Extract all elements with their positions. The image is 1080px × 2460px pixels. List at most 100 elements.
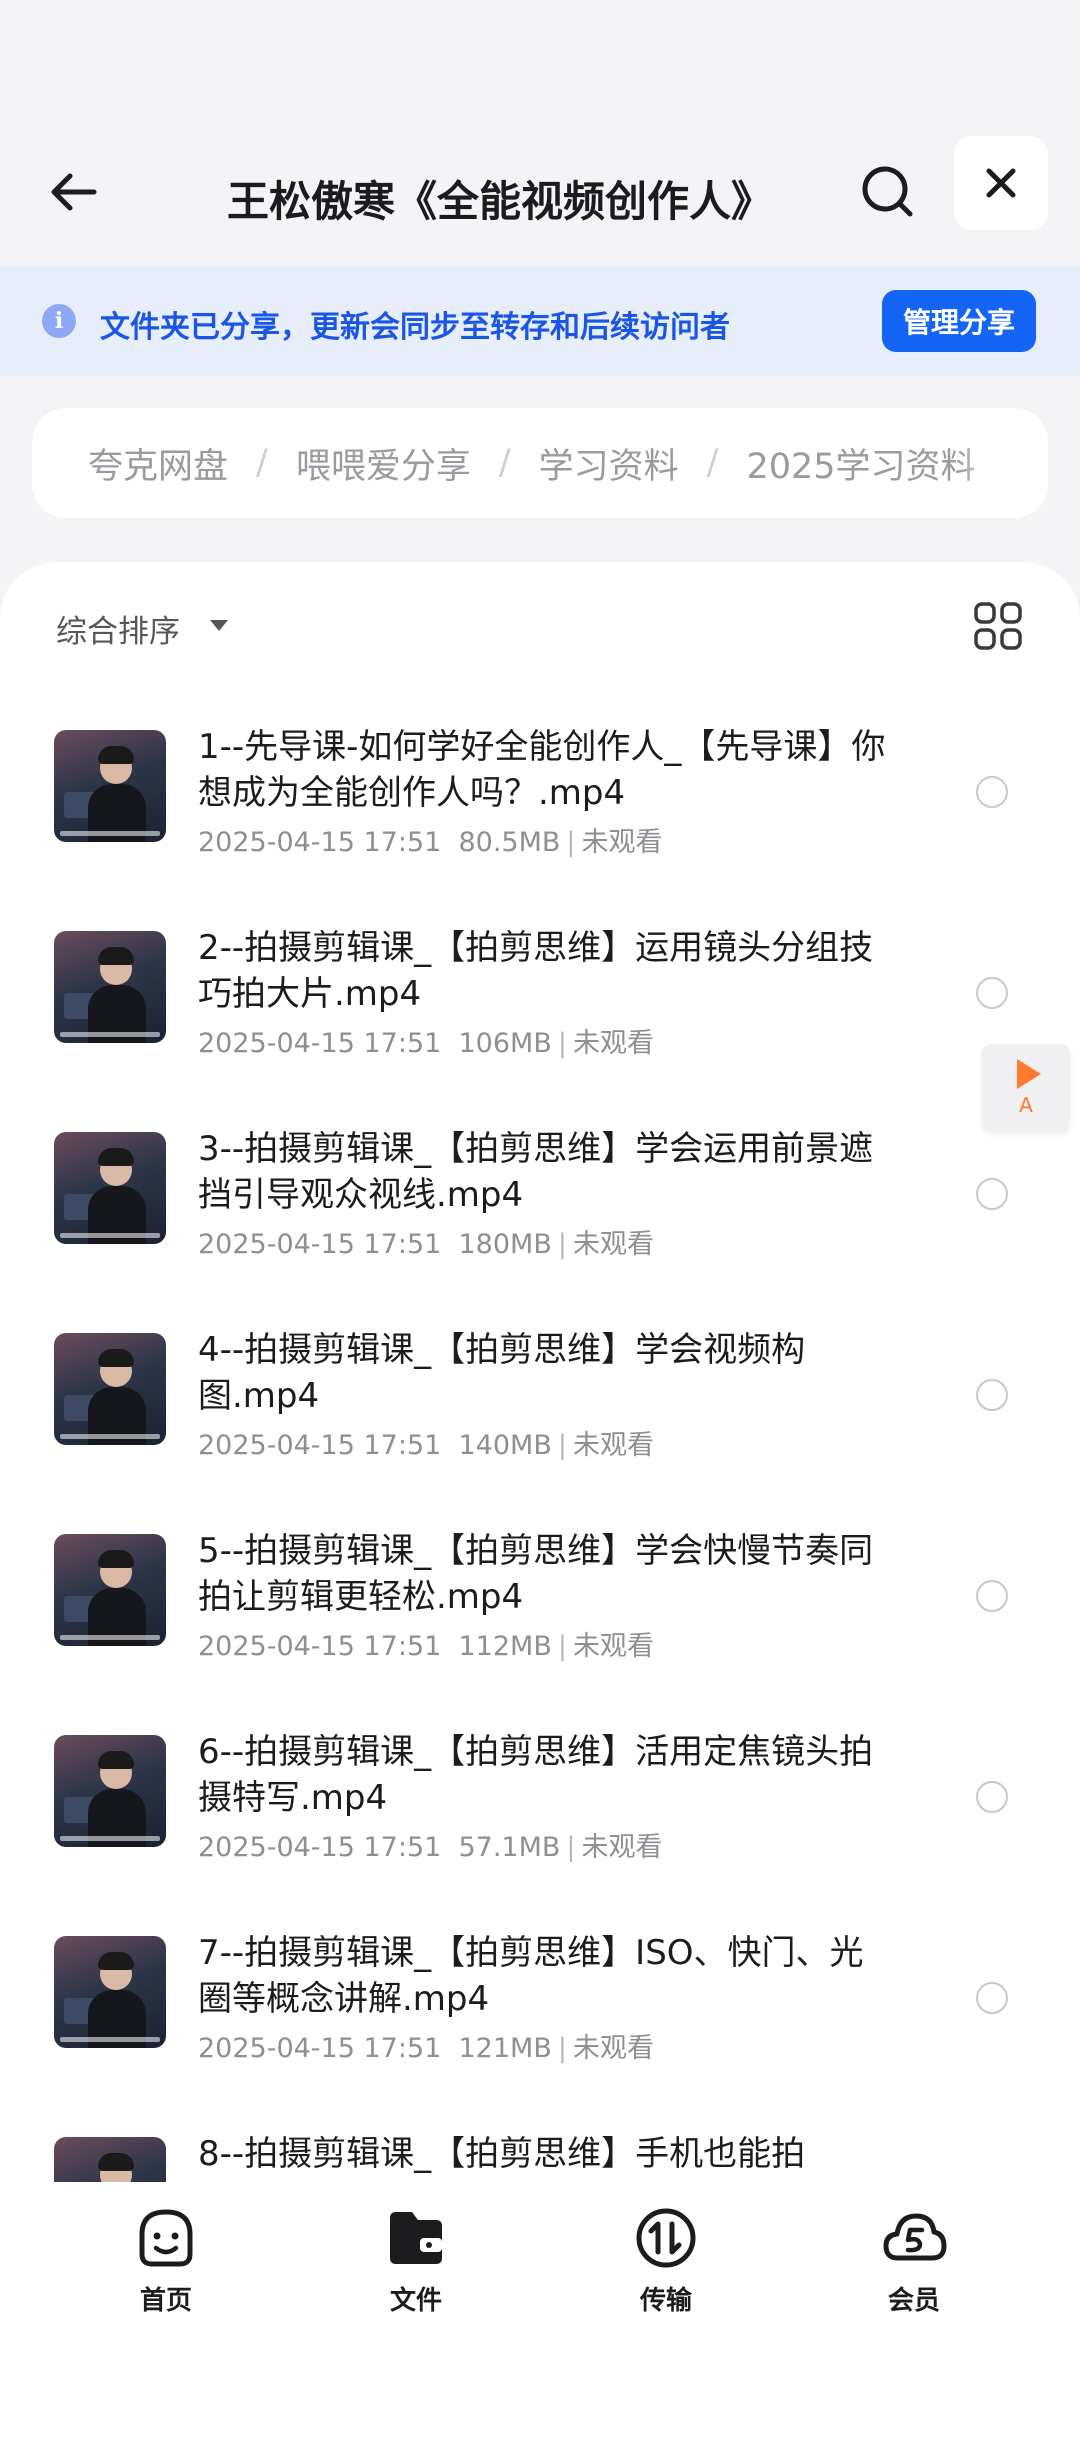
file-meta: 2025-04-15 17:51 80.5MB | 未观看 [198, 827, 663, 858]
video-thumbnail [54, 1534, 166, 1646]
file-name: 7--拍摄剪辑课_【拍剪思维】ISO、快门、光圈等概念讲解.mp4 [198, 1933, 864, 2019]
top-nav-bar: 王松傲寒《全能视频创作人》 [0, 130, 1080, 260]
play-icon [1017, 1059, 1041, 1089]
file-meta: 2025-04-15 17:51 57.1MB | 未观看 [198, 1832, 663, 1863]
file-date: 2025-04-15 17:51 [198, 2033, 442, 2064]
file-row[interactable]: 4--拍摄剪辑课_【拍剪思维】学会视频构图.mp4 2025-04-15 17:… [0, 1291, 1080, 1492]
select-checkbox[interactable] [976, 776, 1008, 808]
sort-dropdown[interactable]: 综合排序 [56, 606, 180, 651]
video-thumbnail [54, 2137, 166, 2182]
file-meta: 2025-04-15 17:51 140MB | 未观看 [198, 1430, 654, 1461]
tab-home-label: 首页 [139, 2286, 192, 2316]
file-row[interactable]: 3--拍摄剪辑课_【拍剪思维】学会运用前景遮挡引导观众视线.mp4 2025-0… [0, 1090, 1080, 1291]
video-thumbnail [54, 931, 166, 1043]
breadcrumb-item[interactable]: 2025学习资料 [746, 438, 975, 489]
file-size: 80.5MB [458, 827, 561, 858]
page-title: 王松傲寒《全能视频创作人》 [226, 177, 773, 226]
video-thumbnail [54, 1936, 166, 2048]
breadcrumb-separator: / [706, 443, 719, 483]
file-name: 2--拍摄剪辑课_【拍剪思维】运用镜头分组技巧拍大片.mp4 [198, 928, 874, 1014]
file-name: 3--拍摄剪辑课_【拍剪思维】学会运用前景遮挡引导观众视线.mp4 [198, 1129, 874, 1215]
home-face-icon [139, 2209, 193, 2267]
file-date: 2025-04-15 17:51 [198, 827, 442, 858]
watch-status: 未观看 [572, 1430, 654, 1461]
video-thumbnail [54, 730, 166, 842]
file-date: 2025-04-15 17:51 [198, 1631, 442, 1662]
manage-share-button[interactable]: 管理分享 [882, 290, 1036, 352]
file-meta: 2025-04-15 17:51 106MB | 未观看 [198, 1028, 654, 1059]
file-row[interactable]: 6--拍摄剪辑课_【拍剪思维】活用定焦镜头拍摄特写.mp4 2025-04-15… [0, 1693, 1080, 1894]
file-row[interactable]: 1--先导课-如何学好全能创作人_【先导课】你想成为全能创作人吗？.mp4 20… [0, 688, 1080, 889]
folder-icon [390, 2212, 442, 2264]
share-notice-text: 文件夹已分享，更新会同步至转存和后续访问者 [100, 310, 730, 345]
file-date: 2025-04-15 17:51 [198, 1832, 442, 1863]
video-thumbnail [54, 1333, 166, 1445]
search-button[interactable] [852, 156, 924, 228]
tab-home[interactable]: 首页 [86, 2204, 246, 2334]
tab-transfer[interactable]: 传输 [586, 2204, 746, 2334]
tab-member-label: 会员 [887, 2286, 940, 2316]
tab-member[interactable]: 会员 [834, 2204, 994, 2334]
tab-transfer-label: 传输 [639, 2286, 692, 2316]
sort-bar: 综合排序 [0, 562, 1080, 688]
file-name: 5--拍摄剪辑课_【拍剪思维】学会快慢节奏同拍让剪辑更轻松.mp4 [198, 1531, 874, 1617]
file-row[interactable]: 8--拍摄剪辑课_【拍剪思维】手机也能拍 [0, 2095, 1080, 2182]
file-name: 4--拍摄剪辑课_【拍剪思维】学会视频构图.mp4 [198, 1330, 806, 1416]
breadcrumb: 夸克网盘 / 喂喂爱分享 / 学习资料 / 2025学习资料 [32, 408, 1048, 518]
select-checkbox[interactable] [976, 1178, 1008, 1210]
floating-player-label: A [1019, 1093, 1033, 1117]
breadcrumb-item[interactable]: 喂喂爱分享 [296, 438, 471, 489]
file-date: 2025-04-15 17:51 [198, 1430, 442, 1461]
file-meta: 2025-04-15 17:51 180MB | 未观看 [198, 1229, 654, 1260]
close-icon [986, 168, 1016, 198]
breadcrumb-separator: / [498, 443, 511, 483]
breadcrumb-fade [958, 408, 1048, 518]
select-checkbox[interactable] [976, 1580, 1008, 1612]
info-icon: i [42, 304, 76, 338]
file-row[interactable]: 5--拍摄剪辑课_【拍剪思维】学会快慢节奏同拍让剪辑更轻松.mp4 2025-0… [0, 1492, 1080, 1693]
select-checkbox[interactable] [976, 1982, 1008, 2014]
watch-status: 未观看 [581, 1832, 663, 1863]
watch-status: 未观看 [572, 1631, 654, 1662]
file-size: 57.1MB [458, 1832, 561, 1863]
file-name: 8--拍摄剪辑课_【拍剪思维】手机也能拍 [198, 2134, 806, 2174]
share-notice-banner: i 文件夹已分享，更新会同步至转存和后续访问者 管理分享 [0, 266, 1080, 376]
select-checkbox[interactable] [976, 977, 1008, 1009]
file-size: 140MB [458, 1430, 552, 1461]
caret-down-icon[interactable] [210, 620, 228, 631]
back-button[interactable] [40, 158, 108, 226]
video-thumbnail [54, 1735, 166, 1847]
tab-files-label: 文件 [389, 2286, 442, 2316]
file-size: 106MB [458, 1028, 552, 1059]
select-checkbox[interactable] [976, 1781, 1008, 1813]
file-size: 121MB [458, 2033, 552, 2064]
grid-view-icon[interactable] [972, 600, 1024, 652]
file-size: 180MB [458, 1229, 552, 1260]
bottom-tab-bar: 首页 文件 传输 会员 [0, 2182, 1080, 2460]
select-checkbox[interactable] [976, 1379, 1008, 1411]
breadcrumb-item[interactable]: 夸克网盘 [88, 438, 228, 489]
search-icon [862, 166, 913, 217]
file-date: 2025-04-15 17:51 [198, 1229, 442, 1260]
arrow-left-icon [51, 173, 97, 211]
transfer-icon [636, 2208, 696, 2268]
file-name: 1--先导课-如何学好全能创作人_【先导课】你想成为全能创作人吗？.mp4 [198, 727, 886, 813]
video-thumbnail [54, 1132, 166, 1244]
file-row[interactable]: 7--拍摄剪辑课_【拍剪思维】ISO、快门、光圈等概念讲解.mp4 2025-0… [0, 1894, 1080, 2095]
watch-status: 未观看 [572, 1229, 654, 1260]
watch-status: 未观看 [572, 2033, 654, 2064]
member-cloud-icon [883, 2213, 947, 2261]
watch-status: 未观看 [572, 1028, 654, 1059]
file-meta: 2025-04-15 17:51 112MB | 未观看 [198, 1631, 654, 1662]
tab-files[interactable]: 文件 [336, 2204, 496, 2334]
file-list: 1--先导课-如何学好全能创作人_【先导课】你想成为全能创作人吗？.mp4 20… [0, 688, 1080, 2182]
floating-player-button[interactable]: A [982, 1044, 1070, 1132]
file-name: 6--拍摄剪辑课_【拍剪思维】活用定焦镜头拍摄特写.mp4 [198, 1732, 874, 1818]
file-date: 2025-04-15 17:51 [198, 1028, 442, 1059]
breadcrumb-item[interactable]: 学习资料 [539, 438, 679, 489]
file-size: 112MB [458, 1631, 552, 1662]
file-row[interactable]: 2--拍摄剪辑课_【拍剪思维】运用镜头分组技巧拍大片.mp4 2025-04-1… [0, 889, 1080, 1090]
file-list-card: 综合排序 1--先导课-如何学好全能创作人_【先导课】你想成为全能创作人吗？.m… [0, 562, 1080, 2182]
close-button[interactable] [954, 136, 1048, 230]
file-meta: 2025-04-15 17:51 121MB | 未观看 [198, 2033, 654, 2064]
